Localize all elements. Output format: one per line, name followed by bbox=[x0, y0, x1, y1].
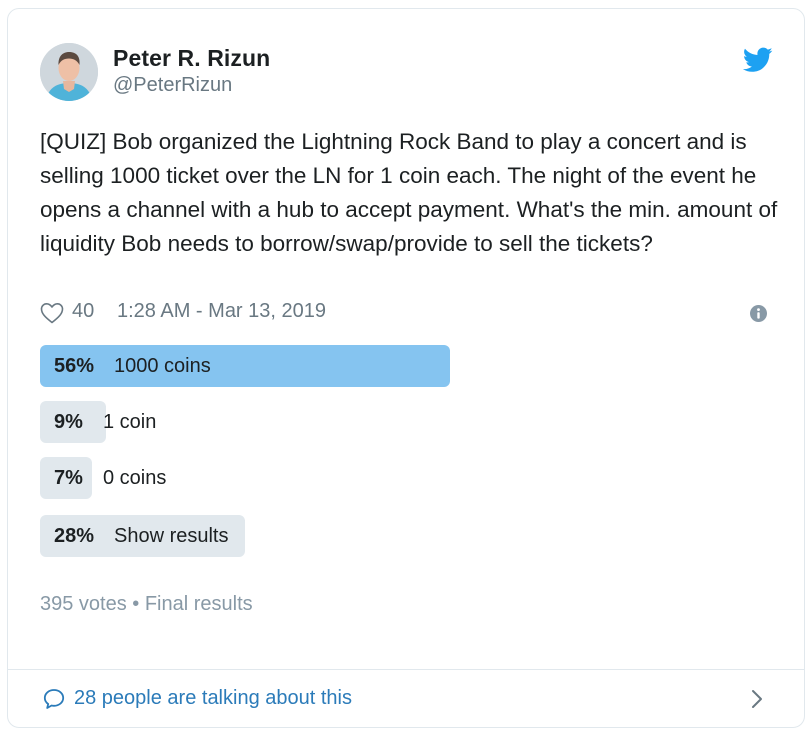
poll-label: 1000 coins bbox=[114, 355, 211, 377]
like-count[interactable]: 40 bbox=[72, 300, 94, 323]
conversation-label[interactable]: 28 people are talking about this bbox=[74, 687, 352, 710]
info-icon[interactable] bbox=[750, 305, 767, 322]
author-name[interactable]: Peter R. Rizun bbox=[113, 45, 270, 72]
poll-percent: 56% bbox=[54, 355, 95, 377]
speech-bubble-icon bbox=[43, 689, 65, 709]
poll-option-1000-coins: 56% 1000 coins bbox=[40, 345, 450, 387]
conversation-link[interactable]: 28 people are talking about this bbox=[8, 670, 804, 728]
poll-percent: 28% bbox=[54, 525, 95, 547]
poll-label: 1 coin bbox=[103, 411, 157, 433]
tweet-meta: 40 1:28 AM - Mar 13, 2019 bbox=[40, 299, 780, 327]
poll-label: 0 coins bbox=[103, 467, 167, 489]
avatar[interactable] bbox=[40, 43, 98, 101]
twitter-bird-icon[interactable] bbox=[743, 47, 773, 73]
tweet-timestamp[interactable]: 1:28 AM - Mar 13, 2019 bbox=[117, 300, 326, 323]
poll-percent: 7% bbox=[54, 467, 83, 489]
poll-option-0-coins: 7% 0 coins bbox=[40, 457, 240, 499]
heart-icon[interactable] bbox=[40, 302, 64, 324]
poll-option-1-coin: 9% 1 coin bbox=[40, 401, 240, 443]
poll-footer: 395 votes • Final results bbox=[40, 593, 253, 615]
tweet-card: Peter R. Rizun @PeterRizun [QUIZ] Bob or… bbox=[7, 8, 805, 728]
avatar-image bbox=[40, 43, 98, 101]
tweet-text: [QUIZ] Bob organized the Lightning Rock … bbox=[40, 129, 778, 256]
poll-label[interactable]: Show results bbox=[114, 525, 229, 548]
chevron-right-icon[interactable] bbox=[750, 688, 764, 710]
poll-percent: 9% bbox=[54, 411, 83, 433]
author-handle[interactable]: @PeterRizun bbox=[113, 74, 232, 97]
poll-option-show-results[interactable]: 28% Show results bbox=[40, 515, 245, 557]
poll-bar-winner bbox=[40, 345, 450, 387]
